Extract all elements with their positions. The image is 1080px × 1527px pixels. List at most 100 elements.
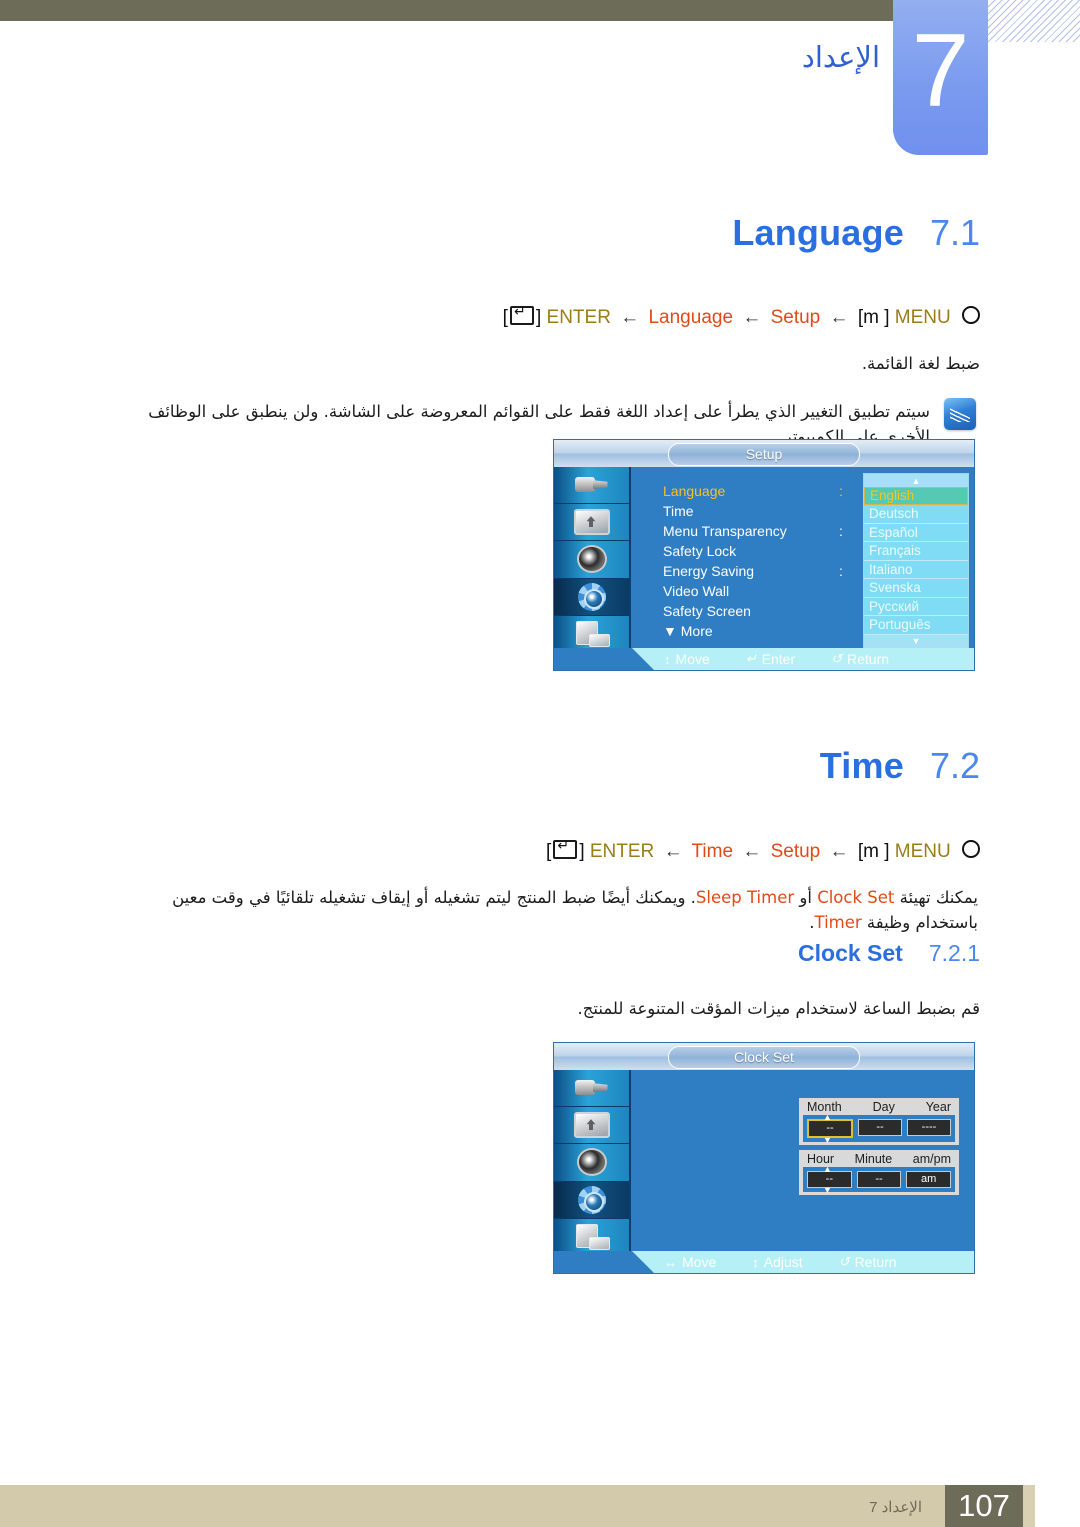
osd-menu-colon: : bbox=[839, 523, 843, 539]
osd-menu-label: Video Wall bbox=[663, 583, 730, 599]
adjust-arrows-icon: ↕ bbox=[752, 1254, 759, 1270]
picture-icon bbox=[573, 509, 610, 536]
osd-sidebar-item-sound[interactable] bbox=[554, 1144, 629, 1182]
bracket-open: [ bbox=[546, 841, 552, 862]
breadcrumb-item: Time bbox=[691, 841, 734, 862]
arrow-2: ← bbox=[742, 841, 762, 862]
language-option-espanol[interactable]: Español bbox=[864, 523, 968, 542]
osd-menu-label: Menu Transparency bbox=[663, 523, 787, 539]
year-field[interactable]: ---- bbox=[907, 1119, 951, 1136]
arrow-3: ← bbox=[829, 307, 849, 328]
osd-menu-item-more[interactable]: ▼ More bbox=[663, 621, 843, 641]
hint-return: ↺ Return bbox=[839, 1254, 897, 1270]
desc-middle: أو bbox=[794, 888, 818, 907]
setup-gear-icon bbox=[577, 1185, 606, 1214]
osd-hint-bar: ↔ Move ↕ Adjust ↺ Return bbox=[554, 1251, 974, 1273]
menu-label: MENU bbox=[894, 841, 951, 862]
osd-sidebar-item-setup[interactable] bbox=[554, 578, 629, 616]
move-arrows-icon: ↕ bbox=[664, 651, 671, 667]
setup-gear-icon bbox=[577, 582, 606, 611]
osd-menu-item-time[interactable]: Time bbox=[663, 501, 843, 521]
osd-menu-colon: : bbox=[839, 563, 843, 579]
osd-sidebar-item-setup[interactable] bbox=[554, 1181, 629, 1219]
chapter-number: 7 bbox=[911, 13, 970, 129]
osd-sidebar-item-picture[interactable] bbox=[554, 1107, 629, 1145]
arrow-1: ← bbox=[663, 841, 683, 862]
enter-arrow-icon: ↵ bbox=[745, 651, 757, 666]
language-option-english[interactable]: English bbox=[864, 487, 968, 505]
osd-menu-colon: : bbox=[839, 483, 843, 499]
spinner-down-icon[interactable]: ▼ bbox=[823, 1136, 832, 1145]
minute-field[interactable]: -- bbox=[856, 1171, 902, 1188]
hint-enter: ↵ Enter bbox=[746, 651, 795, 667]
language-option-francais[interactable]: Français bbox=[864, 542, 968, 561]
breadcrumb-parent: Setup bbox=[770, 841, 821, 862]
header-hatch-pattern bbox=[980, 0, 1080, 42]
spinner-up-icon[interactable]: ▲ bbox=[823, 1165, 832, 1174]
osd-menu-item-video-wall[interactable]: Video Wall bbox=[663, 581, 843, 601]
osd-menu-item-safety-screen[interactable]: Safety Screen bbox=[663, 601, 843, 621]
language-option-portugues[interactable]: Português bbox=[864, 616, 968, 635]
hint-label: Return bbox=[847, 651, 890, 667]
language-option-russian[interactable]: Русский bbox=[864, 597, 968, 616]
day-field[interactable]: -- bbox=[858, 1119, 902, 1136]
osd-sidebar-item-picture[interactable] bbox=[554, 504, 629, 542]
osd-menu-item-safety-lock[interactable]: Safety Lock bbox=[663, 541, 843, 561]
hint-label: Move bbox=[675, 651, 710, 667]
osd-sidebar bbox=[554, 1070, 631, 1256]
arrow-3: ← bbox=[829, 841, 849, 862]
hint-adjust: ↕ Adjust bbox=[752, 1254, 802, 1270]
osd-sidebar-item-input[interactable] bbox=[554, 1070, 629, 1108]
osd-sidebar bbox=[554, 467, 631, 653]
bracket-close: ] bbox=[535, 307, 542, 328]
time-description: يمكنك تهيئة Clock Set أو Sleep Timer. وي… bbox=[112, 886, 978, 936]
clock-time-fields: ▲ ▼ -- -- am bbox=[803, 1165, 955, 1195]
language-option-deutsch[interactable]: Deutsch bbox=[864, 505, 968, 524]
menu-label: MENU bbox=[894, 307, 951, 328]
label-day: Day bbox=[872, 1100, 895, 1114]
language-dropdown[interactable]: ▲ English Deutsch Español Français Itali… bbox=[863, 473, 969, 649]
return-circle-icon: ↺ bbox=[838, 1254, 850, 1269]
osd-sidebar-item-sound[interactable] bbox=[554, 541, 629, 579]
enter-label: ENTER bbox=[546, 307, 611, 328]
spinner-up-icon[interactable]: ▲ bbox=[823, 1113, 832, 1122]
scroll-up-icon[interactable]: ▲ bbox=[864, 474, 968, 487]
osd-menu-label: Energy Saving bbox=[663, 563, 755, 579]
osd-menu-label: Safety Screen bbox=[663, 603, 751, 619]
osd-clock-set-screenshot: Clock Set Month Day Year ▲ ▼ -- -- ---- bbox=[554, 1043, 974, 1273]
osd-menu-item-language[interactable]: Language : bbox=[663, 481, 843, 501]
hint-move: ↔ Move bbox=[664, 1254, 716, 1270]
sound-icon bbox=[576, 1148, 607, 1177]
section-heading-language: Language 7.1 bbox=[460, 212, 980, 254]
osd-menu-label: Safety Lock bbox=[663, 543, 737, 559]
sound-icon bbox=[576, 545, 607, 574]
spinner-down-icon[interactable]: ▼ bbox=[823, 1186, 832, 1195]
page-number: 107 bbox=[945, 1485, 1023, 1527]
osd-menu-label: Language bbox=[663, 483, 726, 499]
scroll-down-icon[interactable]: ▼ bbox=[864, 634, 968, 648]
clock-time-group: Hour Minute am/pm ▲ ▼ -- -- am bbox=[799, 1150, 959, 1195]
osd-menu-list: Language : Time Menu Transparency : Safe… bbox=[663, 481, 843, 641]
osd-body: Language : Time Menu Transparency : Safe… bbox=[631, 467, 974, 649]
osd-sidebar-item-input[interactable] bbox=[554, 467, 629, 505]
language-option-italiano[interactable]: Italiano bbox=[864, 560, 968, 579]
power-circle-icon bbox=[962, 306, 980, 324]
osd-menu-item-energy-saving[interactable]: Energy Saving : bbox=[663, 561, 843, 581]
term-sleep-timer: Sleep Timer bbox=[695, 888, 795, 907]
language-description: ضبط لغة القائمة. bbox=[861, 354, 980, 373]
osd-menu-item-menu-transparency[interactable]: Menu Transparency : bbox=[663, 521, 843, 541]
menu-bracket: [m ] bbox=[857, 307, 890, 328]
ampm-field[interactable]: am bbox=[906, 1171, 952, 1188]
language-option-svenska[interactable]: Svenska bbox=[864, 579, 968, 598]
desc-prefix: يمكنك تهيئة bbox=[894, 888, 978, 907]
clock-set-description: قم بضبط الساعة لاستخدام ميزات المؤقت الم… bbox=[577, 999, 980, 1018]
hint-move: ↕ Move bbox=[664, 651, 710, 667]
enter-label: ENTER bbox=[589, 841, 655, 862]
osd-hint-tab bbox=[554, 1251, 654, 1273]
arrow-2: ← bbox=[742, 307, 762, 328]
osd-hint-bar: ↕ Move ↵ Enter ↺ Return bbox=[554, 648, 974, 670]
osd-hint-tab bbox=[554, 648, 654, 670]
term-timer: Timer bbox=[814, 912, 862, 932]
osd-setup-screenshot: Setup Language : Time Menu Transparency … bbox=[554, 440, 974, 670]
clock-date-fields: ▲ ▼ -- -- ---- bbox=[803, 1113, 955, 1145]
